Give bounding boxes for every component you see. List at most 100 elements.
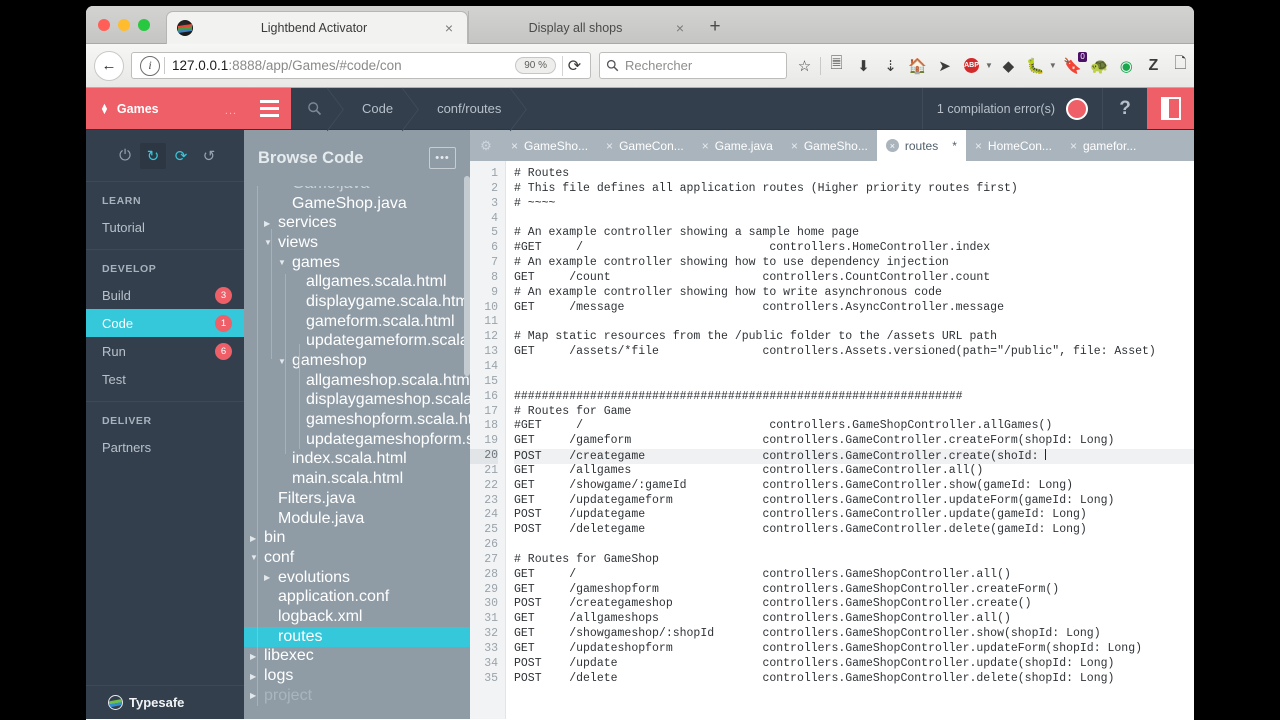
sidebar-item-code[interactable]: Code 1 <box>86 309 244 337</box>
chevron-right-icon[interactable]: ▶ <box>264 573 275 582</box>
code-line[interactable]: GET /count controllers.CountController.c… <box>514 271 1194 286</box>
file-tree-item[interactable]: ▼ views <box>244 233 470 253</box>
url-bar[interactable]: i 127.0.0.1:8888/app/Games/#code/con 90 … <box>131 52 591 79</box>
editor-tab[interactable]: × HomeCon... <box>966 130 1061 161</box>
chevron-down-icon[interactable]: ▼ <box>264 238 275 247</box>
privacy-icon[interactable]: ◉ <box>1115 54 1138 78</box>
project-more-button[interactable]: ... <box>214 88 248 129</box>
code-line[interactable]: GET /allgames controllers.GameController… <box>514 464 1194 479</box>
code-line[interactable]: POST /deletegame controllers.GameControl… <box>514 523 1194 538</box>
sidebar-item-test[interactable]: Test <box>86 365 244 393</box>
bookmark-badge-icon[interactable]: 🔖 0 <box>1061 51 1087 78</box>
code-line[interactable]: # An example controller showing how to u… <box>514 256 1194 271</box>
code-line[interactable] <box>514 375 1194 390</box>
ghostery-icon[interactable]: ◆ <box>997 54 1020 78</box>
code-line[interactable]: POST /delete controllers.GameShopControl… <box>514 672 1194 687</box>
code-line[interactable]: GET /gameshopform controllers.GameShopCo… <box>514 583 1194 598</box>
close-icon[interactable]: × <box>791 139 798 153</box>
send-icon[interactable]: ➤ <box>933 54 956 78</box>
close-icon[interactable]: × <box>672 21 688 35</box>
code-line[interactable]: POST /creategameshop controllers.GameSho… <box>514 597 1194 612</box>
editor-tab[interactable]: × GameCon... <box>597 130 693 161</box>
file-tree-item-selected[interactable]: routes <box>244 626 470 647</box>
sidebar-item-run[interactable]: Run 6 <box>86 337 244 365</box>
code-line[interactable]: GET /updategameform controllers.GameCont… <box>514 494 1194 509</box>
code-text[interactable]: # Routes # This file defines all applicat… <box>506 161 1194 719</box>
minimize-window-button[interactable] <box>118 19 130 31</box>
file-tree-item[interactable]: ▶ bin <box>244 528 470 548</box>
chevron-down-icon[interactable]: ▼ <box>278 357 289 366</box>
maximize-window-button[interactable] <box>138 19 150 31</box>
code-line[interactable]: # ~~~~ <box>514 197 1194 212</box>
code-line[interactable]: # Routes <box>514 167 1194 182</box>
code-line[interactable] <box>514 360 1194 375</box>
info-icon[interactable]: i <box>140 55 160 76</box>
editor-tab[interactable]: × Game.java <box>693 130 782 161</box>
pocket-icon[interactable]: ⬇ <box>852 54 875 78</box>
code-line[interactable] <box>514 315 1194 330</box>
code-line[interactable]: GET /showgameshop/:shopId controllers.Ga… <box>514 627 1194 642</box>
page-icon[interactable]: 🗋 <box>1169 54 1192 78</box>
close-icon[interactable]: × <box>441 21 457 35</box>
sidebar-item-tutorial[interactable]: Tutorial <box>86 213 244 241</box>
turtle-icon[interactable]: 🐢 <box>1088 54 1111 78</box>
code-line[interactable]: ########################################… <box>514 390 1194 405</box>
help-button[interactable]: ? <box>1102 88 1147 129</box>
code-line[interactable]: # This file defines all application rout… <box>514 182 1194 197</box>
file-tree-item[interactable]: index.scala.html <box>244 450 470 470</box>
file-tree-item[interactable]: ▶ evolutions <box>244 568 470 588</box>
download-icon[interactable]: ⇣ <box>879 54 902 78</box>
file-tree-item[interactable]: allgames.scala.html <box>244 272 470 292</box>
chevron-right-icon[interactable]: ▶ <box>250 672 261 681</box>
code-line[interactable]: GET /allgameshops controllers.GameShopCo… <box>514 612 1194 627</box>
breadcrumb-search-button[interactable] <box>291 88 340 129</box>
breadcrumb-item-code[interactable]: Code <box>340 88 415 129</box>
restart-icon[interactable]: ↻ <box>140 142 166 169</box>
chevron-down-icon[interactable]: ▼ <box>985 61 993 70</box>
file-tree-item[interactable]: main.scala.html <box>244 469 470 489</box>
star-icon[interactable]: ☆ <box>793 54 816 78</box>
search-input[interactable]: Rechercher <box>599 52 787 79</box>
file-tree-item[interactable]: logback.xml <box>244 607 470 627</box>
chevron-right-icon[interactable]: ▶ <box>264 219 275 228</box>
code-line-current[interactable]: POST /creategame controllers.GameControl… <box>514 449 1194 464</box>
file-tree-scroll-area[interactable]: Game.javaGameShop.java▶services▼views▼ga… <box>244 186 470 706</box>
chevron-right-icon[interactable]: ▶ <box>250 534 261 543</box>
file-tree-item[interactable]: ▶ services <box>244 213 470 233</box>
close-window-button[interactable] <box>98 19 110 31</box>
file-tree-item[interactable]: displaygameshop.scala.html <box>244 391 470 411</box>
browser-tab-inactive[interactable]: Display all shops × <box>468 11 698 44</box>
code-line[interactable]: GET /gameform controllers.GameController… <box>514 434 1194 449</box>
close-icon[interactable]: × <box>606 139 613 153</box>
code-line[interactable]: #GET / controllers.GameShopController.al… <box>514 419 1194 434</box>
file-tree-item[interactable]: ▶ libexec <box>244 647 470 667</box>
code-line[interactable] <box>514 212 1194 227</box>
chevron-down-icon[interactable]: ▼ <box>1049 61 1057 70</box>
file-tree-item[interactable]: Filters.java <box>244 489 470 509</box>
chevron-down-icon[interactable]: ▼ <box>250 553 261 562</box>
code-line[interactable]: GET /updateshopform controllers.GameShop… <box>514 642 1194 657</box>
file-tree-item[interactable]: application.conf <box>244 587 470 607</box>
code-line[interactable]: #GET / controllers.HomeController.index <box>514 241 1194 256</box>
chevron-down-icon[interactable]: ▼ <box>278 258 289 267</box>
chevron-right-icon[interactable]: ▶ <box>250 652 261 661</box>
file-tree-item[interactable]: ▶ project <box>244 686 470 706</box>
file-tree-item[interactable]: gameform.scala.html <box>244 312 470 332</box>
noscript-icon[interactable]: 🐛 <box>1024 54 1047 78</box>
code-line[interactable]: POST /updategame controllers.GameControl… <box>514 508 1194 523</box>
editor-tab-active[interactable]: × routes * <box>876 130 966 161</box>
close-icon[interactable]: × <box>1070 139 1077 153</box>
power-icon[interactable]: ⏻ <box>112 143 138 169</box>
editor-tab[interactable]: × GameSho... <box>782 130 877 161</box>
sidebar-item-build[interactable]: Build 3 <box>86 281 244 309</box>
compilation-error-status[interactable]: 1 compilation error(s) <box>921 88 1102 129</box>
new-tab-button[interactable]: + <box>704 17 726 39</box>
code-line[interactable]: # An example controller showing a sample… <box>514 226 1194 241</box>
close-icon[interactable]: × <box>885 139 899 152</box>
refresh-icon[interactable]: ⟳ <box>168 143 194 169</box>
file-tree-item[interactable]: ▶ logs <box>244 666 470 686</box>
browser-tab-active[interactable]: Lightbend Activator × <box>166 11 468 44</box>
file-tree-item[interactable]: GameShop.java <box>244 194 470 214</box>
code-line[interactable]: GET /message controllers.AsyncController… <box>514 301 1194 316</box>
file-tree-item[interactable]: ▼ games <box>244 253 470 273</box>
